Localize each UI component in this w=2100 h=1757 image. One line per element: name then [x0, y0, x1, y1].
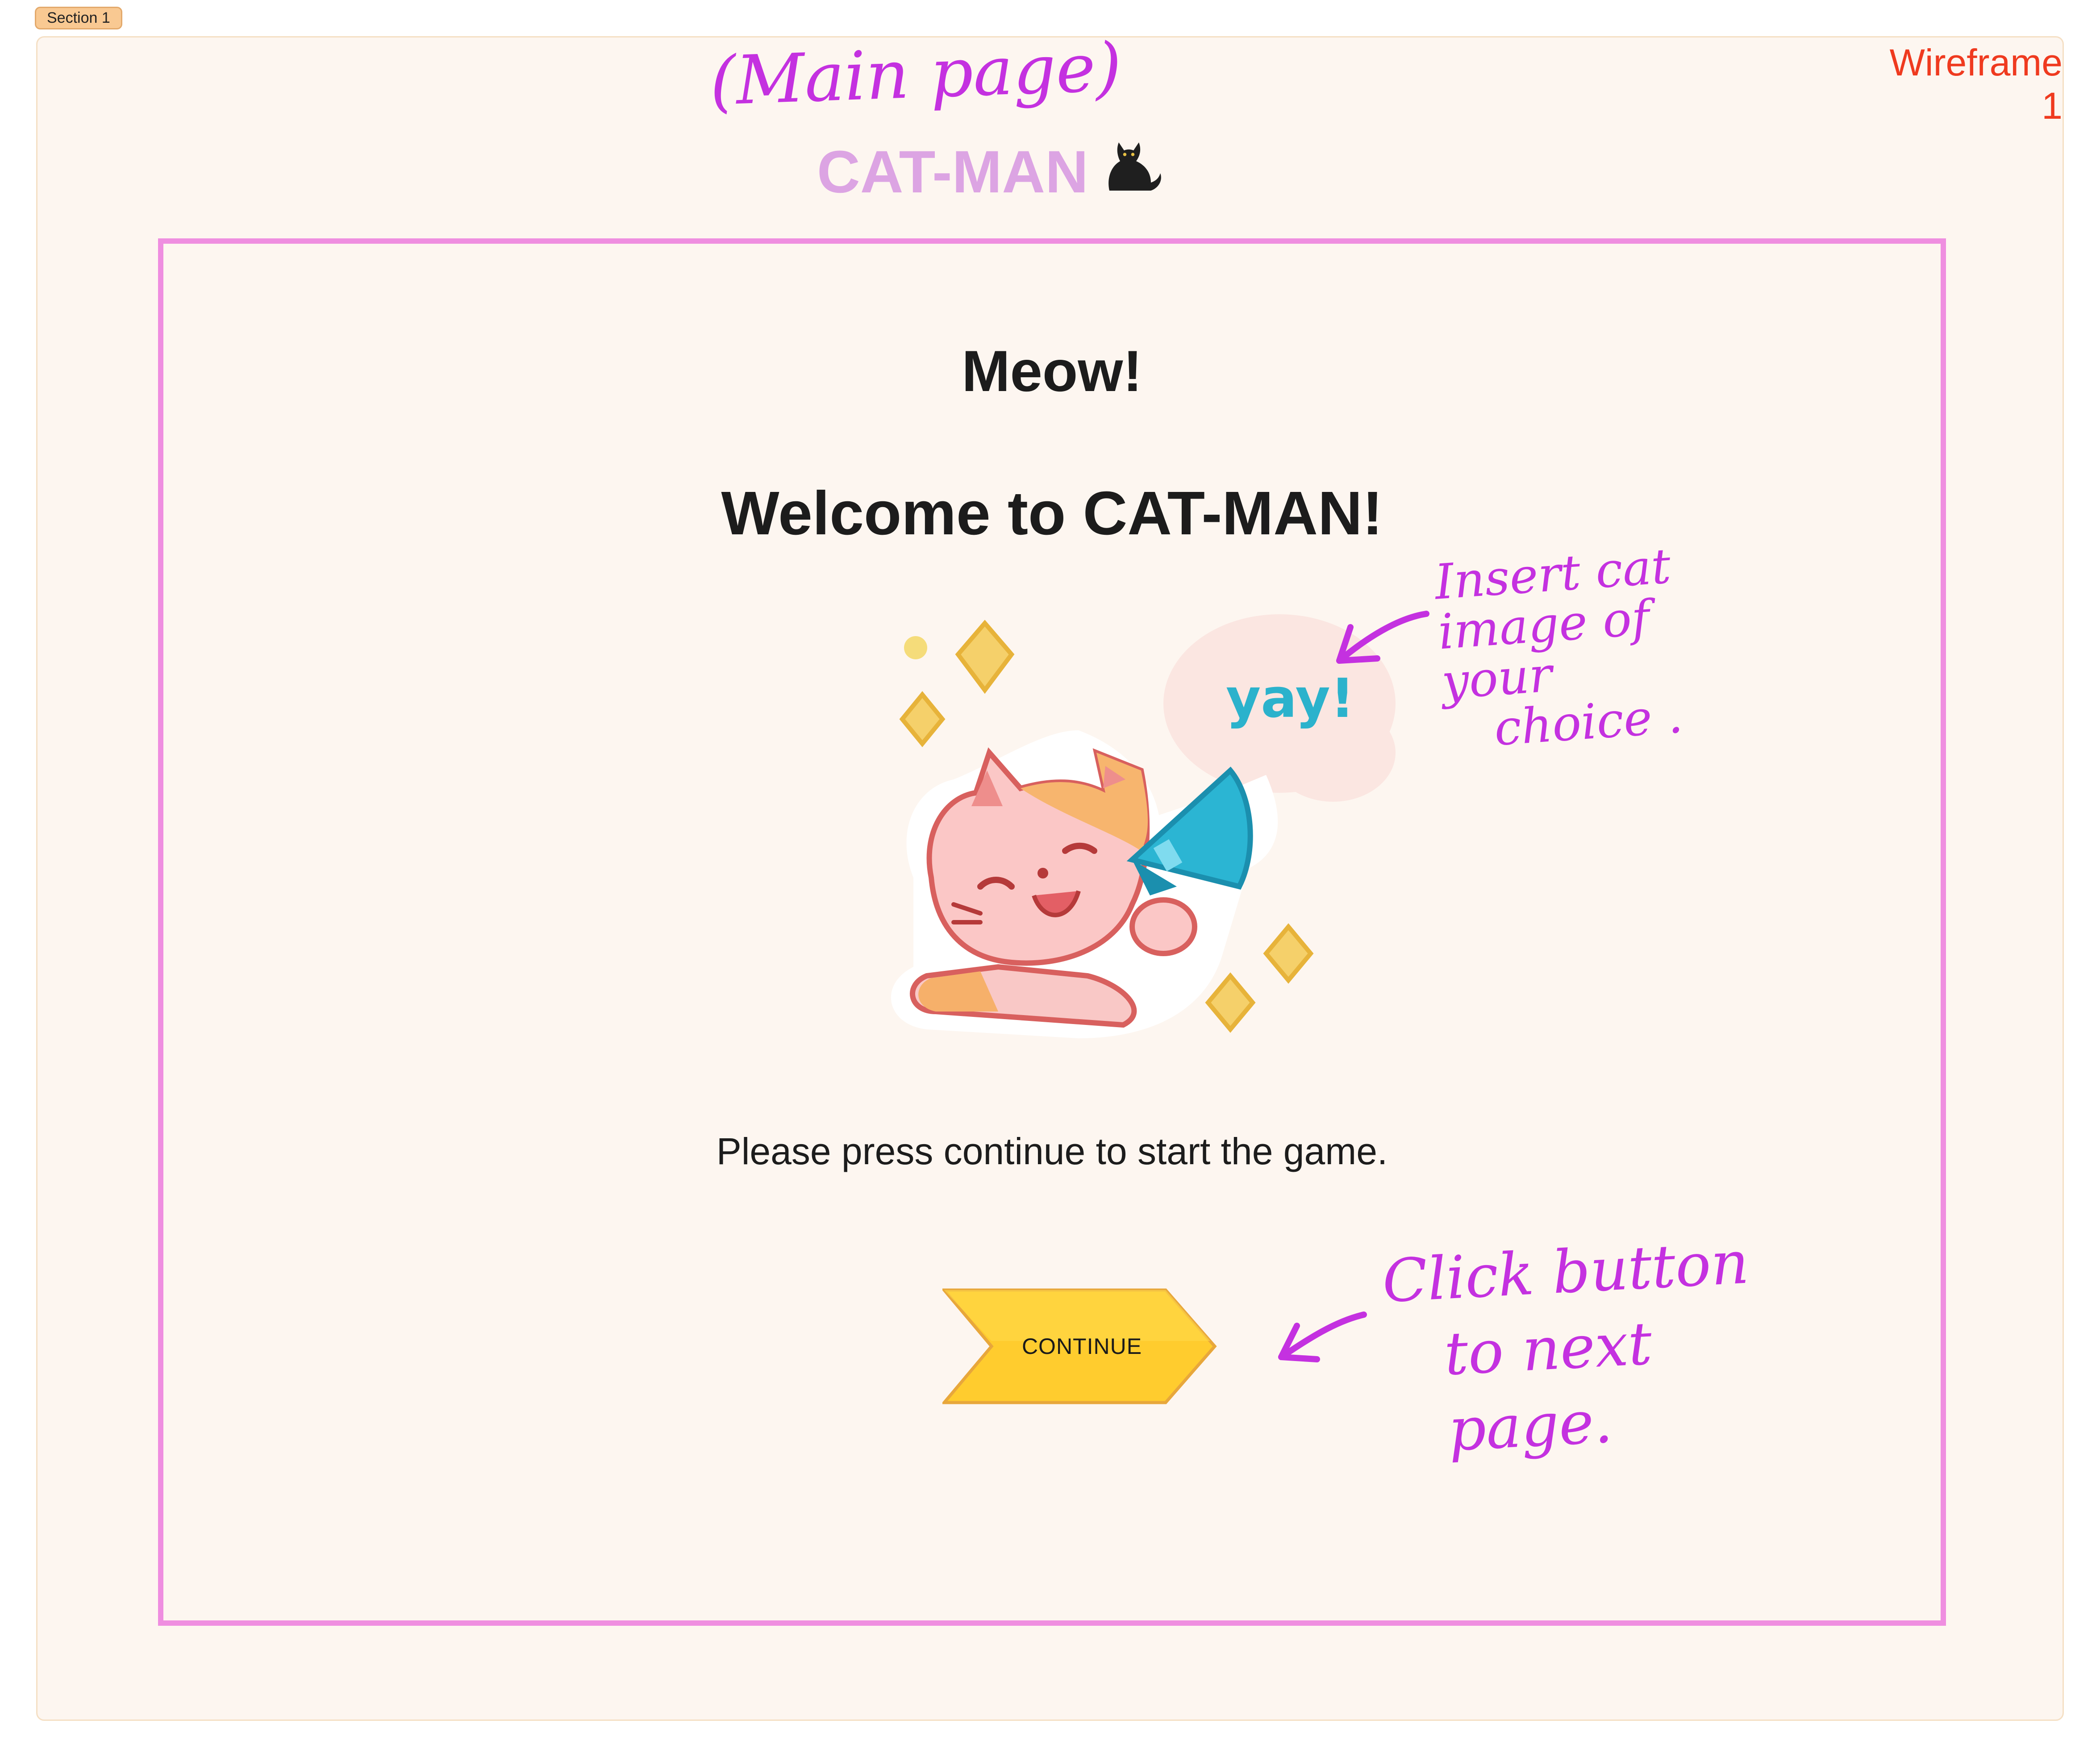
arrow-to-button-icon [1278, 1312, 1367, 1362]
welcome-heading: Welcome to CAT-MAN! [721, 479, 1383, 548]
insert-cat-annotation: Insert cat image of your choice . [1433, 536, 1759, 758]
click-button-annotation: Click button to next page. [1380, 1220, 1838, 1471]
section-tag[interactable]: Section 1 [35, 7, 122, 29]
app-title-text: CAT-MAN [817, 138, 1088, 205]
black-cat-icon [1097, 132, 1164, 212]
click-button-annotation-line: to next page. [1442, 1309, 1654, 1465]
wireframe-label[interactable]: Wireframe 1 [1866, 41, 2062, 128]
app-title: CAT-MAN [817, 134, 1164, 210]
greeting-heading: Meow! [962, 338, 1142, 404]
instruction-text: Please press continue to start the game. [716, 1130, 1388, 1172]
continue-button[interactable]: CONTINUE [942, 1288, 1217, 1404]
continue-button-label: CONTINUE [1021, 1334, 1142, 1359]
yay-caption: yay! [1226, 668, 1354, 730]
main-page-annotation: (Main page) [708, 28, 1123, 121]
arrow-to-image-icon [1336, 611, 1429, 664]
